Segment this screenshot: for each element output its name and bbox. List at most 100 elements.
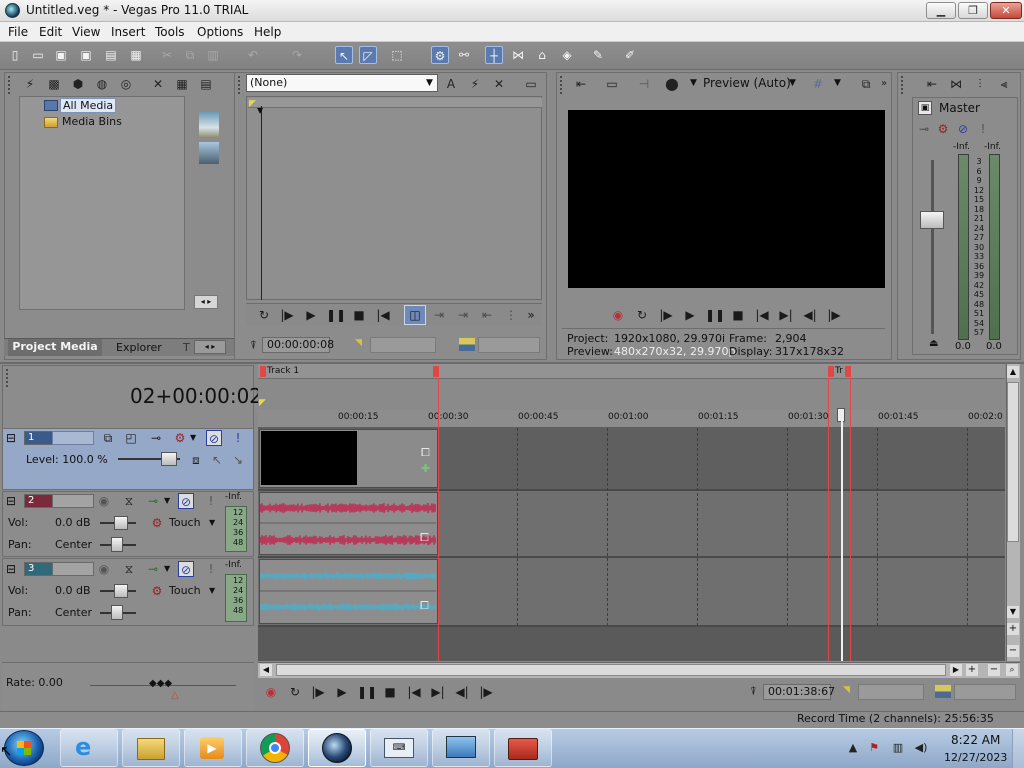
- stop-icon[interactable]: ■: [350, 306, 368, 324]
- add-before-cursor-icon[interactable]: ⇤: [478, 306, 496, 324]
- web-icon[interactable]: ◍: [94, 76, 110, 92]
- lock-envelopes-icon[interactable]: ⚯: [455, 46, 473, 64]
- ignore-grouping-icon[interactable]: ◈: [558, 46, 576, 64]
- track-name-field[interactable]: [52, 431, 94, 445]
- menu-tools[interactable]: Tools: [155, 25, 185, 39]
- dropdown-arrow-icon[interactable]: ▼: [164, 496, 170, 505]
- media-thumbnail[interactable]: [199, 142, 219, 164]
- menu-options[interactable]: Options: [197, 25, 243, 39]
- stop-icon[interactable]: ■: [729, 306, 747, 324]
- selection-tool-icon[interactable]: ⬚: [388, 46, 406, 64]
- show-hidden-icons[interactable]: ▲: [845, 740, 861, 756]
- scroll-down-icon[interactable]: ▼: [1007, 606, 1019, 618]
- panel-grip[interactable]: [8, 76, 14, 94]
- track-name-field[interactable]: [52, 494, 94, 508]
- record-icon[interactable]: ◉: [609, 306, 627, 324]
- play-icon[interactable]: ▶: [681, 306, 699, 324]
- event-fx-icon[interactable]: ⧠: [420, 531, 429, 545]
- record-icon[interactable]: ◉: [262, 683, 280, 701]
- pan-slider-handle[interactable]: [111, 537, 123, 552]
- level-slider-handle[interactable]: [161, 452, 177, 466]
- cursor-position-timecode[interactable]: 00:01:38:67: [763, 684, 835, 700]
- auto-ripple-icon[interactable]: ⚙: [431, 46, 449, 64]
- menu-view[interactable]: View: [72, 25, 100, 39]
- tree-item-media-bins[interactable]: Media Bins: [62, 115, 122, 128]
- preview-quality-icon[interactable]: ⬤: [664, 76, 680, 92]
- panel-grip[interactable]: [6, 369, 12, 387]
- panel-grip[interactable]: [238, 76, 244, 94]
- pan-slider-handle[interactable]: [111, 605, 123, 620]
- paste-icon[interactable]: ▥: [204, 46, 222, 64]
- normal-edit-tool-icon[interactable]: ↖: [335, 46, 353, 64]
- panel-grip[interactable]: [560, 76, 566, 94]
- trimmer-clear-icon[interactable]: ✕: [491, 76, 507, 92]
- taskbar-time[interactable]: 8:22 AM: [951, 733, 1000, 747]
- mute-icon[interactable]: ⊘: [178, 493, 194, 509]
- menu-help[interactable]: Help: [254, 25, 281, 39]
- save-as-icon[interactable]: ▣: [77, 46, 95, 64]
- mixer-insert-icon[interactable]: ⇤: [924, 76, 940, 92]
- trimmer-mode-icon[interactable]: ◫: [404, 305, 426, 325]
- track-fx-icon[interactable]: ⚙: [149, 515, 165, 531]
- loop-icon[interactable]: ↻: [255, 306, 273, 324]
- marker-bar[interactable]: [258, 364, 1005, 379]
- whats-this-icon[interactable]: ✐: [621, 46, 639, 64]
- trimmer-selection-start[interactable]: [370, 337, 436, 353]
- dropdown-arrow-icon[interactable]: ▼: [209, 586, 215, 595]
- automation-mode[interactable]: Touch: [169, 584, 201, 597]
- undo-icon[interactable]: ↶: [244, 46, 262, 64]
- bus-output-icon[interactable]: ⊸: [916, 121, 932, 137]
- more-icon[interactable]: »: [522, 306, 540, 324]
- arm-for-record-icon[interactable]: ◉: [96, 493, 112, 509]
- open-icon[interactable]: ▭: [29, 46, 47, 64]
- go-to-start-icon[interactable]: |◀: [405, 683, 423, 701]
- play-from-start-icon[interactable]: |▶: [278, 306, 296, 324]
- render-icon[interactable]: ▤: [102, 46, 120, 64]
- show-desktop-button[interactable]: [1012, 729, 1024, 768]
- split-screen-icon[interactable]: ⊣: [636, 76, 652, 92]
- fit-to-fill-icon[interactable]: ⋮: [502, 306, 520, 324]
- more-icon[interactable]: »: [876, 76, 892, 92]
- play-icon[interactable]: ▶: [302, 306, 320, 324]
- child-icon[interactable]: ↘: [230, 452, 246, 468]
- mixer-channels-icon[interactable]: ⫶: [972, 76, 988, 92]
- fx-icon[interactable]: ⚙: [935, 121, 951, 137]
- volume-icon[interactable]: ◀): [913, 740, 929, 756]
- vol-slider-handle[interactable]: [114, 516, 128, 530]
- scroll-right-icon[interactable]: ▶: [950, 664, 962, 676]
- add-after-cursor-icon[interactable]: ⇥: [454, 306, 472, 324]
- copy-snapshot-icon[interactable]: ⧉: [858, 76, 874, 92]
- collapse-icon[interactable]: ⊟: [6, 494, 16, 508]
- dropdown-arrow-icon[interactable]: ▼: [209, 518, 215, 527]
- dropdown-arrow-icon[interactable]: ▼: [834, 78, 841, 88]
- lock-icon[interactable]: ⏏: [929, 338, 938, 349]
- mixer-bus-icon[interactable]: ⋈: [948, 76, 964, 92]
- solo-icon[interactable]: !: [203, 561, 219, 577]
- dropdown-arrow-icon[interactable]: ▼: [789, 78, 796, 88]
- compositing-icon[interactable]: ⧉: [100, 430, 116, 446]
- loop-icon[interactable]: ↻: [633, 306, 651, 324]
- dropdown-arrow-icon[interactable]: ▼: [190, 433, 196, 442]
- vertical-scroll-thumb[interactable]: [1007, 382, 1019, 542]
- pause-icon[interactable]: ❚❚: [705, 306, 725, 324]
- trimmer-selection-length[interactable]: [478, 337, 540, 353]
- menu-file[interactable]: File: [8, 25, 28, 39]
- dropdown-arrow-icon[interactable]: ▼: [164, 564, 170, 573]
- add-to-timeline-icon[interactable]: ⇥: [430, 306, 448, 324]
- tab-project-media[interactable]: Project Media: [8, 339, 102, 356]
- media-fx-icon[interactable]: ◎: [118, 76, 134, 92]
- selection-length-field[interactable]: [954, 684, 1016, 700]
- properties-icon[interactable]: ▦: [127, 46, 145, 64]
- vol-slider-handle[interactable]: [114, 584, 128, 598]
- zoom-out-time-icon[interactable]: −: [988, 664, 1000, 676]
- remove-icon[interactable]: ✕: [150, 76, 166, 92]
- close-button[interactable]: ✕: [990, 2, 1022, 19]
- panel-grip[interactable]: [901, 76, 907, 94]
- master-fader-handle[interactable]: [920, 211, 944, 229]
- cut-icon[interactable]: ✂: [158, 46, 176, 64]
- horizontal-scroll-thumb[interactable]: [276, 664, 946, 676]
- previous-frame-icon[interactable]: ◀|: [801, 306, 819, 324]
- zoom-tool-icon[interactable]: ⌕: [1006, 664, 1018, 676]
- go-to-end-icon[interactable]: ▶|: [429, 683, 447, 701]
- scroll-up-icon[interactable]: ▲: [1007, 366, 1019, 378]
